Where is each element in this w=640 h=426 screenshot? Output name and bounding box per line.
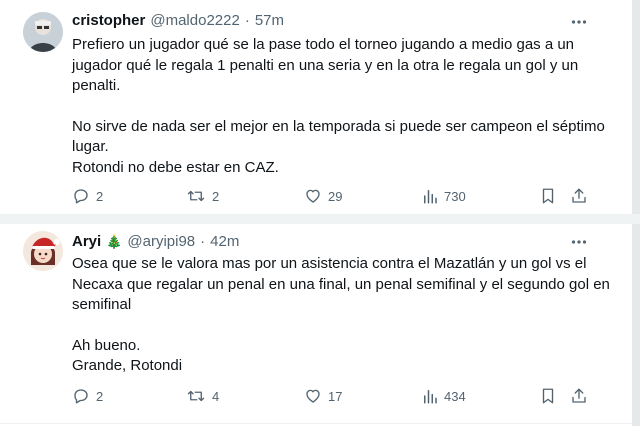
- views-icon: [424, 190, 437, 204]
- scrollbar-track[interactable]: [632, 0, 640, 426]
- retweet-count: 4: [212, 388, 220, 404]
- bookmark-button[interactable]: [540, 186, 556, 206]
- tweet-paragraph: Ah bueno.: [72, 336, 141, 354]
- bookmark-icon: [542, 388, 554, 404]
- view-count: 730: [444, 188, 466, 204]
- more-icon: [571, 240, 587, 244]
- bottom-divider: [0, 423, 632, 424]
- more-icon: [571, 20, 587, 24]
- like-icon: [306, 389, 320, 403]
- user-handle[interactable]: @maldo2222: [150, 12, 239, 29]
- christmas-tree-icon: 🎄: [106, 234, 123, 249]
- tweet-paragraph: No sirve de nada ser el mejor en la temp…: [72, 117, 605, 156]
- tweet-reply[interactable]: cristopher @maldo2222 · 57m Prefiero un …: [0, 0, 632, 216]
- reply-icon: [74, 189, 88, 204]
- tweet-header: Aryi 🎄 @aryipi98 · 42m: [72, 233, 239, 250]
- share-button[interactable]: [570, 186, 588, 206]
- views-button[interactable]: 730: [422, 186, 466, 206]
- timestamp[interactable]: 42m: [210, 233, 239, 250]
- tweet-paragraph: Grande, Rotondi: [72, 357, 183, 374]
- like-icon: [306, 189, 320, 203]
- retweet-count: 2: [212, 188, 220, 204]
- user-handle[interactable]: @aryipi98: [127, 233, 195, 250]
- bookmark-icon: [542, 188, 554, 204]
- action-bar: 2 4 17 434: [72, 386, 592, 406]
- retweet-icon: [187, 390, 205, 402]
- like-button[interactable]: 17: [304, 386, 342, 406]
- bookmark-button[interactable]: [540, 386, 556, 406]
- more-options-button[interactable]: [569, 232, 589, 252]
- share-button[interactable]: [570, 386, 588, 406]
- tweet-paragraph: Osea que se le valora mas por un asisten…: [72, 255, 610, 313]
- action-bar: 2 2 29 730: [72, 186, 592, 206]
- view-count: 434: [444, 388, 466, 404]
- timestamp[interactable]: 57m: [255, 12, 284, 29]
- separator-dot: ·: [244, 12, 250, 29]
- display-name[interactable]: cristopher: [72, 12, 145, 29]
- reply-button[interactable]: 2: [72, 186, 103, 206]
- views-icon: [424, 390, 437, 404]
- share-icon: [572, 188, 586, 203]
- retweet-icon: [187, 190, 205, 202]
- views-button[interactable]: 434: [422, 386, 466, 406]
- avatar[interactable]: [23, 231, 63, 271]
- reply-count: 2: [96, 388, 104, 404]
- thread-divider: [0, 214, 640, 224]
- share-icon: [572, 388, 586, 403]
- avatar-photo: [23, 12, 63, 52]
- like-count: 17: [328, 388, 343, 404]
- avatar[interactable]: [23, 12, 63, 52]
- more-options-button[interactable]: [569, 12, 589, 32]
- tweet-text: Osea que se le valora mas por un asisten…: [72, 254, 620, 377]
- tweet-header: cristopher @maldo2222 · 57m: [72, 12, 284, 29]
- reply-count: 2: [96, 188, 104, 204]
- separator-dot: ·: [200, 233, 206, 250]
- like-button[interactable]: 29: [304, 186, 342, 206]
- reply-icon: [74, 389, 88, 404]
- retweet-button[interactable]: 2: [186, 186, 219, 206]
- avatar-illustration: [23, 231, 63, 271]
- reply-button[interactable]: 2: [72, 386, 103, 406]
- tweet-paragraph: Prefiero un jugador qué se la pase todo …: [72, 36, 579, 94]
- like-count: 29: [328, 188, 343, 204]
- display-name[interactable]: Aryi: [72, 233, 101, 250]
- retweet-button[interactable]: 4: [186, 386, 219, 406]
- tweet-paragraph: Rotondi no debe estar en CAZ.: [72, 158, 279, 176]
- tweet-reply[interactable]: Aryi 🎄 @aryipi98 · 42m Osea que se le va…: [0, 224, 632, 426]
- tweet-text: Prefiero un jugador qué se la pase todo …: [72, 35, 620, 178]
